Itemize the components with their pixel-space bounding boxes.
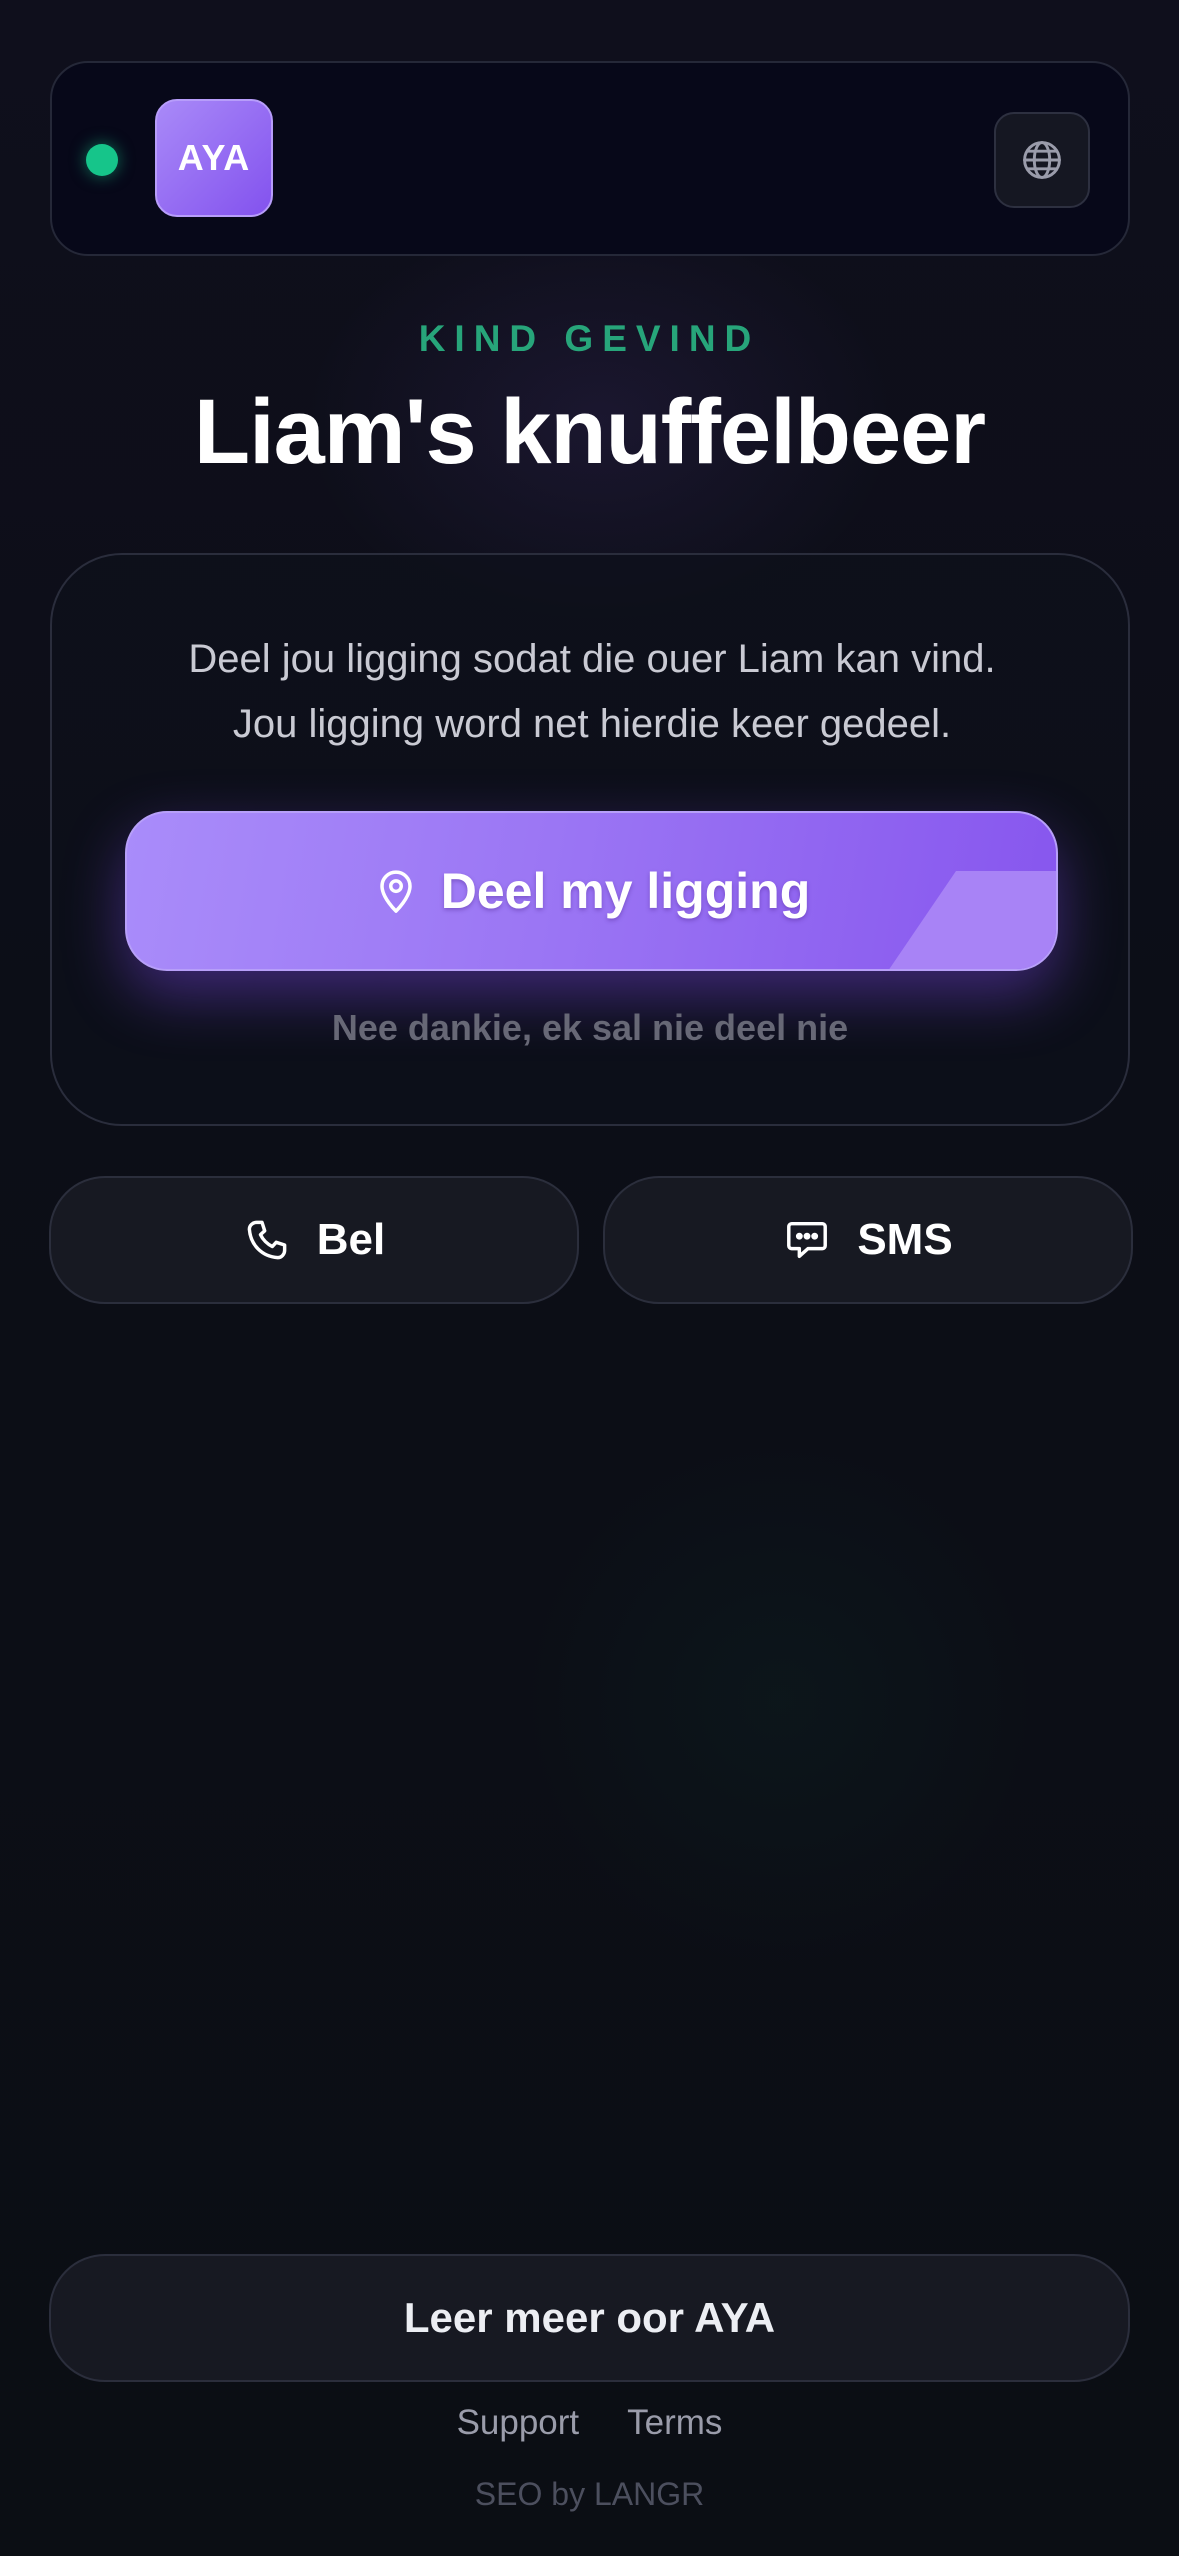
share-location-label: Deel my ligging	[440, 863, 811, 919]
learn-more-button[interactable]: Leer meer oor AYA	[49, 2254, 1130, 2382]
chat-bubble-icon	[783, 1216, 831, 1264]
phone-icon	[243, 1216, 291, 1264]
map-pin-icon	[373, 866, 419, 916]
globe-icon	[1023, 141, 1061, 179]
support-link[interactable]: Support	[457, 2403, 580, 2443]
aya-logo: AYA	[155, 99, 273, 217]
description-line-1: Deel jou ligging sodat die ouer Liam kan…	[188, 637, 996, 681]
online-status-dot	[86, 144, 118, 176]
decline-share-link[interactable]: Nee dankie, ek sal nie deel nie	[52, 1007, 1128, 1049]
button-decoration	[888, 871, 1056, 969]
language-button[interactable]	[994, 112, 1090, 208]
share-location-button[interactable]: Deel my ligging	[125, 811, 1058, 971]
share-location-card: Deel jou ligging sodat die ouer Liam kan…	[50, 553, 1130, 1126]
call-button[interactable]: Bel	[49, 1176, 579, 1304]
logo-text: AYA	[177, 137, 251, 178]
description-line-2: Jou ligging word net hierdie keer gedeel…	[232, 702, 952, 746]
call-label: Bel	[316, 1215, 386, 1264]
footer-links: Support Terms	[0, 2403, 1179, 2443]
page-title: Liam's knuffelbeer	[193, 381, 986, 483]
top-bar: AYA	[50, 61, 1130, 256]
sms-button[interactable]: SMS	[603, 1176, 1133, 1304]
seo-credit[interactable]: SEO by LANGR	[0, 2476, 1179, 2513]
found-kid-eyebrow: KIND GEVIND	[418, 318, 761, 359]
terms-link[interactable]: Terms	[627, 2403, 722, 2443]
sms-label: SMS	[857, 1215, 953, 1264]
share-location-description: Deel jou ligging sodat die ouer Liam kan…	[92, 627, 1092, 757]
